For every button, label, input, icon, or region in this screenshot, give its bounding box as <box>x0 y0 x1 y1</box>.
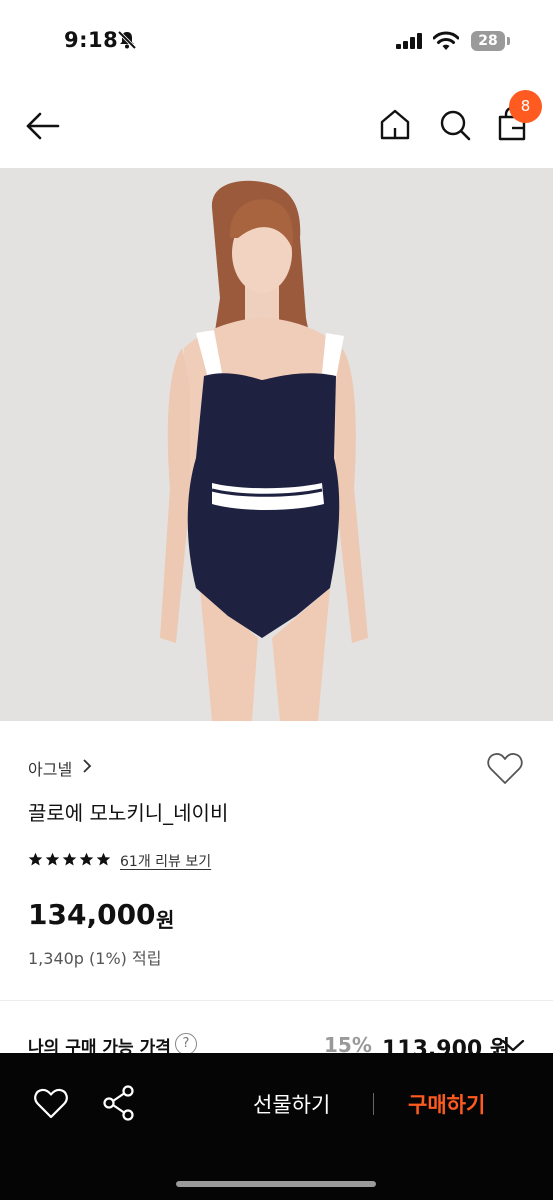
product-photo <box>0 168 553 721</box>
product-price: 134,000 <box>28 898 156 931</box>
price-currency: 원 <box>156 908 175 932</box>
battery-indicator: 28 <box>471 31 505 51</box>
buy-button[interactable]: 구매하기 <box>408 1089 485 1119</box>
chevron-right-icon <box>83 759 92 773</box>
star-icon <box>28 852 43 866</box>
top-nav <box>0 80 553 168</box>
button-separator <box>373 1093 374 1115</box>
star-icon <box>45 852 60 866</box>
wifi-icon <box>433 31 459 50</box>
cart-count-badge: 8 <box>509 90 542 123</box>
like-heart-icon[interactable] <box>33 1086 69 1120</box>
review-link[interactable]: 61개 리뷰 보기 <box>120 851 211 871</box>
home-icon[interactable] <box>377 107 413 143</box>
brand-link[interactable]: 아그넬 <box>28 756 72 780</box>
cellular-signal-icon <box>396 33 422 49</box>
chevron-down-icon[interactable] <box>500 1035 526 1055</box>
status-bar: 9:18 28 <box>0 0 553 80</box>
product-image[interactable] <box>0 168 553 721</box>
star-icon <box>96 852 111 866</box>
battery-tip <box>507 37 510 45</box>
search-icon[interactable] <box>437 107 473 143</box>
rating-stars <box>28 852 111 867</box>
share-icon[interactable] <box>102 1085 136 1121</box>
section-divider <box>0 1000 553 1001</box>
silent-bell-icon <box>117 30 137 50</box>
status-time: 9:18 <box>64 28 119 52</box>
reward-points: 1,340p (1%) 적립 <box>28 949 162 968</box>
wishlist-heart-icon[interactable] <box>486 750 524 786</box>
star-icon <box>79 852 94 866</box>
gift-button[interactable]: 선물하기 <box>253 1089 330 1119</box>
home-indicator <box>176 1181 376 1187</box>
star-icon <box>62 852 77 866</box>
bottom-action-bar: 선물하기 구매하기 <box>0 1053 553 1200</box>
help-question-icon[interactable]: ? <box>175 1033 197 1055</box>
product-name: 끌로에 모노키니_네이비 <box>28 801 229 825</box>
battery-level: 28 <box>478 33 498 49</box>
back-arrow-icon[interactable] <box>22 108 64 144</box>
